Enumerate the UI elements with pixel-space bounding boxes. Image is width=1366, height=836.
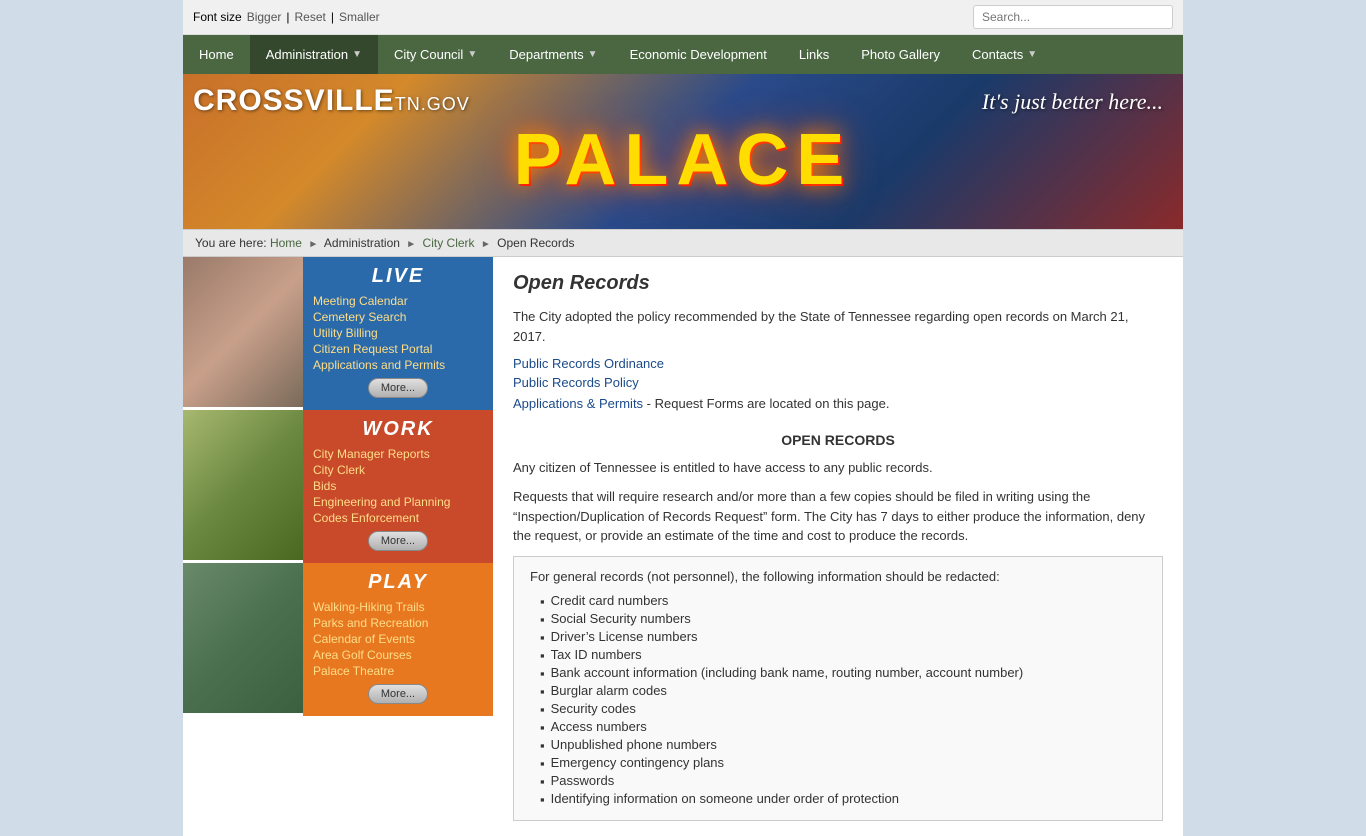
redact-item-0: Credit card numbers <box>540 592 1146 610</box>
font-size-label: Font size <box>193 10 242 24</box>
page-title: Open Records <box>513 272 1163 295</box>
live-image <box>183 257 303 407</box>
live-link-0[interactable]: Meeting Calendar <box>313 294 483 308</box>
breadcrumb-home[interactable]: Home <box>270 236 302 250</box>
main-nav: Home Administration ▼ City Council ▼ Dep… <box>183 35 1183 74</box>
palace-text: PALACE <box>183 119 1183 201</box>
search-area <box>973 5 1173 29</box>
work-links: City Manager Reports City Clerk Bids Eng… <box>313 447 483 525</box>
redact-item-7: Access numbers <box>540 718 1146 736</box>
work-link-2[interactable]: Bids <box>313 479 483 493</box>
play-title: PLAY <box>313 571 483 594</box>
redact-item-1: Social Security numbers <box>540 610 1146 628</box>
live-title: LIVE <box>313 265 483 288</box>
work-link-3[interactable]: Engineering and Planning <box>313 495 483 509</box>
work-title: WORK <box>313 418 483 441</box>
sidebar-live-content: LIVE Meeting Calendar Cemetery Search Ut… <box>303 257 493 410</box>
administration-arrow: ▼ <box>352 49 362 60</box>
nav-home[interactable]: Home <box>183 35 250 74</box>
smaller-link[interactable]: Smaller <box>339 10 380 24</box>
you-are-here: You are here: <box>195 236 267 250</box>
work-link-4[interactable]: Codes Enforcement <box>313 511 483 525</box>
bigger-link[interactable]: Bigger <box>247 10 282 24</box>
work-more-button[interactable]: More... <box>368 531 428 551</box>
nav-administration[interactable]: Administration ▼ <box>250 35 378 74</box>
redact-intro: For general records (not personnel), the… <box>530 569 1146 584</box>
sidebar-work-section: WORK City Manager Reports City Clerk Bid… <box>183 410 493 563</box>
work-image <box>183 410 303 560</box>
departments-arrow: ▼ <box>588 49 598 60</box>
nav-city-council[interactable]: City Council ▼ <box>378 35 493 74</box>
play-more-button[interactable]: More... <box>368 684 428 704</box>
contacts-arrow: ▼ <box>1027 49 1037 60</box>
city-council-arrow: ▼ <box>467 49 477 60</box>
sidebar-work-content: WORK City Manager Reports City Clerk Bid… <box>303 410 493 563</box>
site-logo: CROSSVILLETN.GOV <box>193 84 470 118</box>
live-more-button[interactable]: More... <box>368 378 428 398</box>
live-link-1[interactable]: Cemetery Search <box>313 310 483 324</box>
breadcrumb: You are here: Home ► Administration ► Ci… <box>183 229 1183 257</box>
redact-item-4: Bank account information (including bank… <box>540 664 1146 682</box>
live-links: Meeting Calendar Cemetery Search Utility… <box>313 294 483 372</box>
nav-departments[interactable]: Departments ▼ <box>493 35 613 74</box>
play-link-2[interactable]: Calendar of Events <box>313 632 483 646</box>
applications-paragraph: Applications & Permits - Request Forms a… <box>513 394 1163 414</box>
redact-item-3: Tax ID numbers <box>540 646 1146 664</box>
search-input[interactable] <box>973 5 1173 29</box>
font-size-controls: Font size Bigger | Reset | Smaller <box>193 10 380 24</box>
header-banner: CROSSVILLETN.GOV It's just better here..… <box>183 74 1183 229</box>
content-wrapper: LIVE Meeting Calendar Cemetery Search Ut… <box>183 257 1183 836</box>
nav-economic-development[interactable]: Economic Development <box>614 35 783 74</box>
redact-list: Credit card numbers Social Security numb… <box>530 592 1146 808</box>
open-records-section-title: OPEN RECORDS <box>513 432 1163 448</box>
sidebar-play-content: PLAY Walking-Hiking Trails Parks and Rec… <box>303 563 493 716</box>
logo-area: CROSSVILLETN.GOV <box>193 84 470 118</box>
redact-item-11: Identifying information on someone under… <box>540 790 1146 808</box>
sidebar: LIVE Meeting Calendar Cemetery Search Ut… <box>183 257 493 836</box>
play-link-1[interactable]: Parks and Recreation <box>313 616 483 630</box>
play-link-0[interactable]: Walking-Hiking Trails <box>313 600 483 614</box>
intro-paragraph: The City adopted the policy recommended … <box>513 307 1163 346</box>
open-records-para2: Requests that will require research and/… <box>513 487 1163 546</box>
tagline: It's just better here... <box>982 89 1163 115</box>
sidebar-play-section: PLAY Walking-Hiking Trails Parks and Rec… <box>183 563 493 716</box>
redact-item-5: Burglar alarm codes <box>540 682 1146 700</box>
play-image <box>183 563 303 713</box>
top-header: Font size Bigger | Reset | Smaller <box>183 0 1183 35</box>
play-link-3[interactable]: Area Golf Courses <box>313 648 483 662</box>
redact-item-2: Driver’s License numbers <box>540 628 1146 646</box>
redact-item-9: Emergency contingency plans <box>540 754 1146 772</box>
live-link-4[interactable]: Applications and Permits <box>313 358 483 372</box>
nav-links[interactable]: Links <box>783 35 845 74</box>
applications-permits-link[interactable]: Applications & Permits <box>513 396 643 411</box>
breadcrumb-city-clerk[interactable]: City Clerk <box>423 236 475 250</box>
breadcrumb-administration: Administration <box>324 236 400 250</box>
main-content: Open Records The City adopted the policy… <box>493 257 1183 836</box>
sidebar-live-section: LIVE Meeting Calendar Cemetery Search Ut… <box>183 257 493 410</box>
breadcrumb-current: Open Records <box>497 236 574 250</box>
redact-item-6: Security codes <box>540 700 1146 718</box>
live-link-3[interactable]: Citizen Request Portal <box>313 342 483 356</box>
reset-link[interactable]: Reset <box>295 10 326 24</box>
public-records-ordinance-link[interactable]: Public Records Ordinance <box>513 356 1163 371</box>
nav-photo-gallery[interactable]: Photo Gallery <box>845 35 956 74</box>
nav-contacts[interactable]: Contacts ▼ <box>956 35 1053 74</box>
live-link-2[interactable]: Utility Billing <box>313 326 483 340</box>
play-link-4[interactable]: Palace Theatre <box>313 664 483 678</box>
open-records-para1: Any citizen of Tennessee is entitled to … <box>513 458 1163 478</box>
redact-item-8: Unpublished phone numbers <box>540 736 1146 754</box>
work-link-0[interactable]: City Manager Reports <box>313 447 483 461</box>
play-links: Walking-Hiking Trails Parks and Recreati… <box>313 600 483 678</box>
public-records-policy-link[interactable]: Public Records Policy <box>513 375 1163 390</box>
redact-item-10: Passwords <box>540 772 1146 790</box>
work-link-1[interactable]: City Clerk <box>313 463 483 477</box>
redact-box: For general records (not personnel), the… <box>513 556 1163 821</box>
